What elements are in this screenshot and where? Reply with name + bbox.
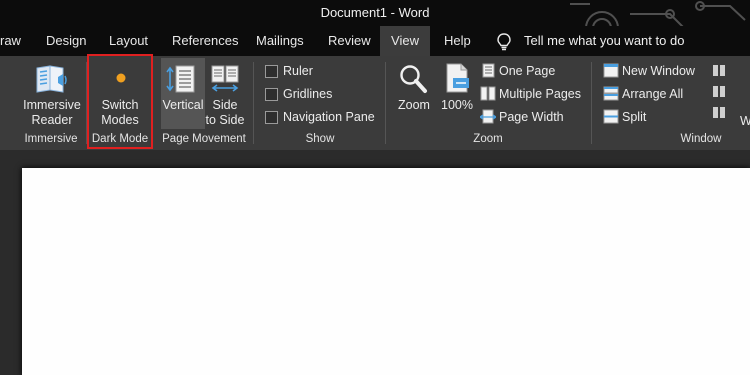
multiple-pages-icon <box>480 86 496 101</box>
side-to-side-icon <box>211 65 239 92</box>
tab-layout[interactable]: Layout <box>109 26 148 56</box>
navigation-pane-label: Navigation Pane <box>283 110 375 124</box>
side-to-side-line2: to Side <box>205 113 245 127</box>
vertical-button[interactable]: Vertical <box>161 98 205 113</box>
vertical-icon <box>166 65 195 93</box>
new-window-button[interactable]: New Window <box>622 64 695 78</box>
group-divider <box>385 62 386 144</box>
window-side-icons <box>713 65 725 118</box>
one-page-icon <box>482 63 495 78</box>
zoom-button[interactable]: Zoom <box>393 98 435 113</box>
switch-modes-highlight <box>87 54 153 149</box>
arrange-all-icon <box>603 86 619 101</box>
tab-help[interactable]: Help <box>444 26 471 56</box>
split-button[interactable]: Split <box>622 110 646 124</box>
group-label-zoom: Zoom <box>473 133 503 145</box>
magnifier-icon <box>400 65 427 93</box>
group-label-page-movement: Page Movement <box>162 133 246 145</box>
group-divider <box>253 62 254 144</box>
immersive-reader-line2: Reader <box>31 113 73 127</box>
immersive-reader-button[interactable]: Immersive Reader <box>18 98 86 128</box>
document-page[interactable] <box>22 168 750 375</box>
immersive-reader-icon <box>36 65 67 93</box>
one-page-button[interactable]: One Page <box>499 64 555 78</box>
tab-review[interactable]: Review <box>328 26 371 56</box>
page-width-button[interactable]: Page Width <box>499 110 564 124</box>
ruler-checkbox[interactable] <box>265 65 278 78</box>
group-label-window: Window <box>680 133 722 145</box>
page-width-icon <box>480 109 496 124</box>
immersive-reader-line1: Immersive <box>23 98 81 112</box>
ruler-label: Ruler <box>283 64 313 78</box>
tab-design[interactable]: Design <box>46 26 86 56</box>
multiple-pages-button[interactable]: Multiple Pages <box>499 87 581 101</box>
lightbulb-icon <box>497 33 511 51</box>
zoom-100-icon <box>446 63 469 93</box>
zoom-100-button[interactable]: 100% <box>438 98 476 113</box>
group-divider <box>591 62 592 144</box>
new-window-icon <box>603 63 619 78</box>
tell-me-text: Tell me what you want to do <box>524 33 685 48</box>
split-icon <box>603 109 619 124</box>
cut-off-label: W <box>740 114 750 128</box>
tab-draw[interactable]: raw <box>0 26 24 56</box>
title-bar: Document1 - Word <box>0 0 750 45</box>
side-to-side-button[interactable]: Side to Side <box>205 98 245 128</box>
arrange-all-button[interactable]: Arrange All <box>622 87 683 101</box>
gridlines-label: Gridlines <box>283 87 333 101</box>
tab-references[interactable]: References <box>172 26 238 56</box>
group-label-immersive: Immersive <box>24 133 78 145</box>
tab-view[interactable]: View <box>380 26 430 56</box>
navigation-pane-checkbox[interactable] <box>265 111 278 124</box>
ribbon-tabs: raw Design Layout References Mailings Re… <box>0 26 750 56</box>
group-label-show: Show <box>305 133 335 145</box>
tab-mailings[interactable]: Mailings <box>256 26 304 56</box>
gridlines-checkbox[interactable] <box>265 88 278 101</box>
side-to-side-line1: Side <box>212 98 238 112</box>
